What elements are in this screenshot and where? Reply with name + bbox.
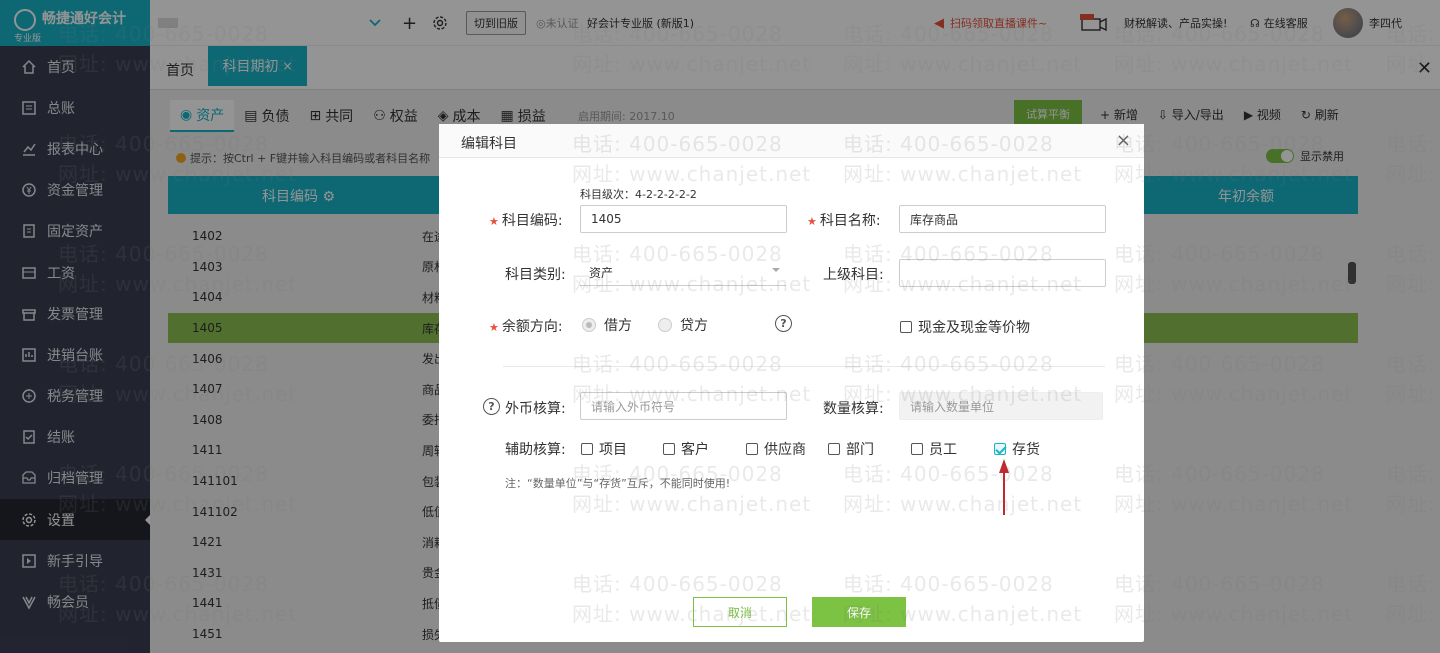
radio-dot bbox=[582, 318, 596, 332]
checkbox-box bbox=[746, 443, 758, 455]
cancel-button[interactable]: 取消 bbox=[693, 597, 787, 627]
aux-label: 辅助核算: bbox=[505, 442, 566, 458]
checkbox-box bbox=[581, 443, 593, 455]
aux-project-checkbox[interactable]: 项目 bbox=[581, 439, 627, 459]
currency-input[interactable]: 请输入外币符号 bbox=[580, 392, 787, 420]
account-level: 科目级次：4-2-2-2-2-2 bbox=[580, 188, 697, 201]
required-icon: ★ bbox=[489, 321, 499, 334]
credit-radio[interactable]: 贷方 bbox=[658, 315, 708, 335]
aux-supplier-checkbox[interactable]: 供应商 bbox=[746, 439, 806, 459]
aux-department-checkbox[interactable]: 部门 bbox=[828, 439, 874, 459]
name-label: ★ 科目名称: bbox=[807, 213, 881, 229]
divider bbox=[503, 366, 1105, 367]
direction-label: ★ 余额方向: bbox=[489, 319, 563, 335]
code-label: ★ 科目编码: bbox=[489, 213, 563, 229]
help-icon[interactable]: ? bbox=[483, 398, 500, 415]
close-icon[interactable]: × bbox=[1116, 130, 1131, 151]
red-arrow-annotation-icon bbox=[999, 459, 1009, 515]
edit-account-dialog: 编辑科目 × 科目级次：4-2-2-2-2-2 ★ 科目编码: 1405 ★ 科目名… bbox=[439, 124, 1144, 642]
parent-account-input[interactable] bbox=[899, 259, 1106, 287]
parent-label: 上级科目: bbox=[823, 267, 884, 283]
checkbox-box bbox=[900, 321, 912, 333]
cash-equivalent-checkbox[interactable]: 现金及现金等价物 bbox=[900, 317, 1030, 337]
aux-inventory-checkbox[interactable]: 存货 bbox=[994, 439, 1040, 459]
save-button[interactable]: 保存 bbox=[812, 597, 906, 627]
radio-dot bbox=[658, 318, 672, 332]
dialog-header: 编辑科目 × bbox=[439, 124, 1144, 158]
checkbox-box-checked bbox=[994, 443, 1006, 455]
checkbox-box bbox=[911, 443, 923, 455]
required-icon: ★ bbox=[489, 215, 499, 228]
exclusive-note: 注：“数量单位”与“存货”互斥，不能同时使用! bbox=[505, 477, 731, 490]
quantity-unit-input[interactable]: 请输入数量单位 bbox=[899, 392, 1103, 420]
chevron-down-icon bbox=[772, 268, 780, 276]
quantity-label: 数量核算: bbox=[823, 401, 884, 417]
help-icon[interactable]: ? bbox=[775, 315, 792, 332]
checkbox-box bbox=[663, 443, 675, 455]
aux-customer-checkbox[interactable]: 客户 bbox=[663, 439, 709, 459]
account-name-input[interactable]: 库存商品 bbox=[899, 205, 1106, 233]
type-label: 科目类别: bbox=[505, 267, 566, 283]
checkbox-box bbox=[828, 443, 840, 455]
required-icon: ★ bbox=[807, 215, 817, 228]
dialog-title: 编辑科目 bbox=[461, 136, 517, 152]
foreign-label: 外币核算: bbox=[505, 401, 566, 417]
account-type-select[interactable]: 资产 bbox=[580, 264, 786, 286]
aux-employee-checkbox[interactable]: 员工 bbox=[911, 439, 957, 459]
debit-radio[interactable]: 借方 bbox=[582, 315, 632, 335]
account-code-input[interactable]: 1405 bbox=[580, 205, 787, 233]
